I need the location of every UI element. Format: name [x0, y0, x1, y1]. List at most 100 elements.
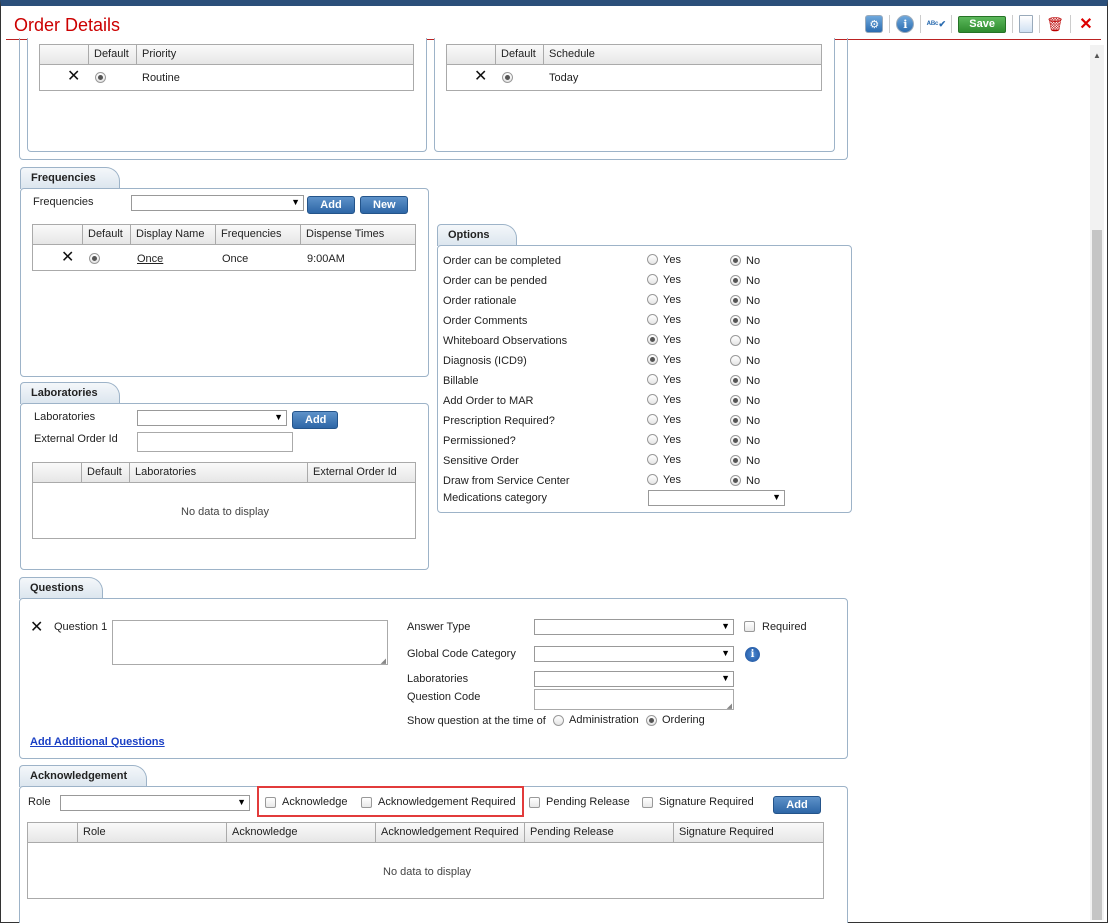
vertical-scrollbar[interactable]: ▲	[1090, 45, 1104, 920]
global-code-category-select[interactable]	[534, 646, 734, 662]
option-no-radio[interactable]	[730, 275, 741, 286]
remove-question-icon[interactable]: ✕	[30, 620, 43, 636]
answer-type-select[interactable]	[534, 619, 734, 635]
divider	[1012, 15, 1013, 33]
remove-row-icon[interactable]: ✕	[474, 69, 487, 85]
info-icon[interactable]: i	[745, 647, 760, 662]
col-header: Acknowledgement Required	[376, 823, 525, 842]
laboratories-select[interactable]	[137, 410, 287, 426]
add-frequency-button[interactable]: Add	[307, 196, 355, 214]
close-icon[interactable]: ✕	[1077, 15, 1095, 33]
option-no-label: No	[746, 375, 761, 387]
acknowledge-checkbox[interactable]	[265, 797, 276, 808]
option-no-radio[interactable]	[730, 255, 741, 266]
option-yes-radio[interactable]	[647, 254, 658, 265]
option-yes-radio[interactable]	[647, 474, 658, 485]
grid-header: Default Display Name Frequencies Dispens…	[33, 225, 415, 245]
option-yes-radio[interactable]	[647, 334, 658, 345]
option-no-label: No	[746, 435, 761, 447]
option-no-radio[interactable]	[730, 355, 741, 366]
option-no-radio[interactable]	[730, 475, 741, 486]
default-radio[interactable]	[89, 253, 100, 264]
divider	[1039, 15, 1040, 33]
administration-radio[interactable]	[553, 715, 564, 726]
question-textarea[interactable]	[112, 620, 388, 665]
spellcheck-icon[interactable]: ᴬᴮᶜ✔	[927, 15, 946, 33]
option-no-radio[interactable]	[730, 375, 741, 386]
add-acknowledgement-button[interactable]: Add	[773, 796, 821, 814]
option-no-label: No	[746, 255, 761, 267]
option-yes-radio[interactable]	[647, 354, 658, 365]
scroll-up-arrow-icon[interactable]: ▲	[1093, 51, 1101, 60]
frequency-display-name-link[interactable]: Once	[137, 253, 163, 265]
new-document-icon[interactable]	[1019, 15, 1033, 33]
info-icon[interactable]: i	[896, 15, 915, 33]
option-no-radio[interactable]	[730, 335, 741, 346]
option-yes-radio[interactable]	[647, 274, 658, 285]
role-select[interactable]	[60, 795, 250, 811]
option-yes-radio[interactable]	[647, 314, 658, 325]
signature-required-checkbox[interactable]	[642, 797, 653, 808]
option-yes-radio[interactable]	[647, 454, 658, 465]
save-button[interactable]: Save	[958, 15, 1006, 33]
option-no-radio[interactable]	[730, 415, 741, 426]
option-no-label: No	[746, 355, 761, 367]
tab-questions: Questions	[19, 577, 103, 599]
col-header: Schedule	[549, 48, 595, 60]
option-yes-label: Yes	[663, 414, 681, 426]
remove-row-icon[interactable]: ✕	[67, 69, 80, 85]
option-yes-label: Yes	[663, 454, 681, 466]
new-frequency-button[interactable]: New	[360, 196, 408, 214]
col-header: External Order Id	[313, 466, 397, 478]
external-order-id-input[interactable]	[137, 432, 293, 452]
delete-icon[interactable]: 🗑	[1046, 15, 1064, 33]
grid-header-spacer	[447, 45, 496, 64]
default-radio[interactable]	[95, 72, 106, 83]
option-label: Order rationale	[443, 295, 517, 307]
add-laboratory-button[interactable]: Add	[292, 411, 338, 429]
acknowledgement-required-label: Acknowledgement Required	[378, 796, 516, 808]
option-no-radio[interactable]	[730, 455, 741, 466]
schedule-grid: Default Schedule ✕ Today	[446, 44, 822, 91]
option-yes-radio[interactable]	[647, 394, 658, 405]
required-checkbox[interactable]	[744, 621, 755, 632]
question-code-textarea[interactable]	[534, 689, 734, 710]
col-header: Dispense Times	[306, 228, 385, 240]
pending-release-label: Pending Release	[546, 796, 630, 808]
divider	[889, 15, 891, 33]
option-yes-label: Yes	[663, 294, 681, 306]
acknowledgement-required-checkbox[interactable]	[361, 797, 372, 808]
settings-icon[interactable]: ⚙	[865, 15, 884, 33]
signature-required-label: Signature Required	[659, 796, 754, 808]
empty-message: No data to display	[181, 506, 270, 518]
ordering-radio[interactable]	[646, 715, 657, 726]
tab-acknowledgement: Acknowledgement	[19, 765, 147, 787]
option-yes-radio[interactable]	[647, 414, 658, 425]
option-yes-radio[interactable]	[647, 294, 658, 305]
question-laboratories-select[interactable]	[534, 671, 734, 687]
option-yes-label: Yes	[663, 334, 681, 346]
pending-release-checkbox[interactable]	[529, 797, 540, 808]
option-no-label: No	[746, 335, 761, 347]
option-no-radio[interactable]	[730, 295, 741, 306]
option-no-label: No	[746, 315, 761, 327]
col-header: Signature Required	[679, 826, 774, 838]
medications-category-select[interactable]	[648, 490, 785, 506]
option-no-radio[interactable]	[730, 395, 741, 406]
frequency-value: Once	[222, 253, 249, 265]
grid-header: Default Schedule	[447, 45, 821, 65]
default-radio[interactable]	[502, 72, 513, 83]
option-no-radio[interactable]	[730, 435, 741, 446]
medications-category-label: Medications category	[443, 492, 547, 504]
frequencies-panel	[20, 188, 429, 377]
option-no-radio[interactable]	[730, 315, 741, 326]
scrollbar-thumb[interactable]	[1092, 230, 1102, 920]
add-additional-questions-link[interactable]: Add Additional Questions	[30, 736, 165, 748]
remove-row-icon[interactable]: ✕	[61, 250, 74, 266]
external-order-id-label: External Order Id	[34, 433, 118, 445]
option-yes-radio[interactable]	[647, 374, 658, 385]
option-label: Sensitive Order	[443, 455, 519, 467]
frequencies-select[interactable]	[131, 195, 304, 211]
option-yes-radio[interactable]	[647, 434, 658, 445]
priority-value: Routine	[142, 72, 180, 84]
